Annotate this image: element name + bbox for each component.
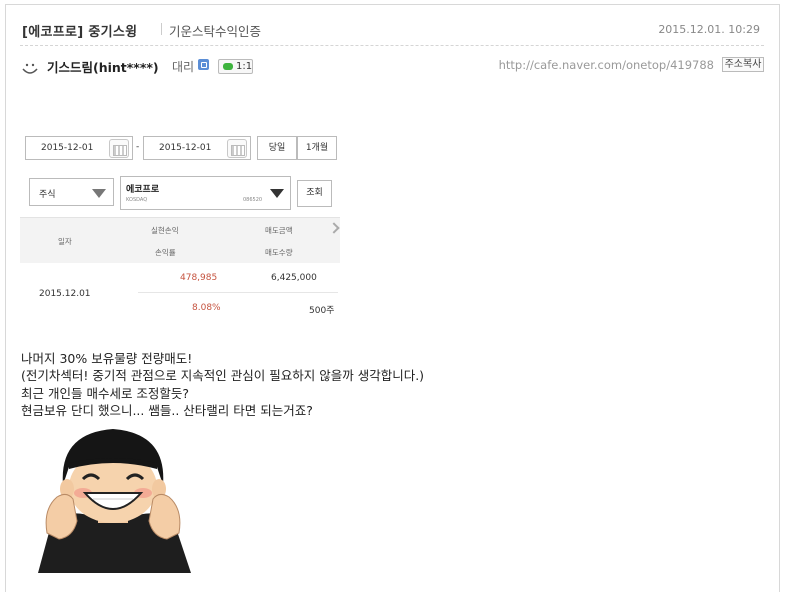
date-range-separator: - <box>136 142 140 152</box>
row-date: 2015.12.01 <box>39 289 91 299</box>
start-date-field: 2015-12-01 <box>25 136 133 160</box>
row-divider <box>138 292 338 293</box>
post-header: [에코프로] 중기스윙 기운스탁수익인증 2015.12.01. 10:29 <box>22 21 764 40</box>
post-url-link[interactable]: http://cafe.naver.com/onetop/419788 <box>499 58 714 72</box>
rank-badge-icon <box>198 59 209 70</box>
title-divider <box>161 23 162 35</box>
stock-select: 에코프로 KOSDAQ 086520 <box>120 176 291 210</box>
query-button: 조회 <box>297 180 332 207</box>
author-row: 기스드림(hint****) 대리 1:1 http://cafe.naver.… <box>20 57 764 75</box>
trade-screenshot: 2015-12-01 - 2015-12-01 당일 1개월 주식 에코프로 K… <box>20 129 340 319</box>
body-line: (전기차섹터! 중기적 관점으로 지속적인 관심이 필요하지 않을까 생각합니다… <box>21 368 425 384</box>
result-table-header: 일자 실현손익 매도금액 손익률 매도수량 <box>20 217 340 263</box>
body-line: 나머지 30% 보유물량 전량매도! <box>21 351 193 366</box>
chevron-right-icon <box>328 222 340 234</box>
profile-smile-icon[interactable] <box>21 59 39 77</box>
header-sell-qty: 매도수량 <box>265 248 293 257</box>
dropdown-arrow-icon <box>270 189 284 198</box>
chat-bubble-icon <box>223 63 233 70</box>
post-date: 2015.12.01. 10:29 <box>658 23 760 36</box>
row-realized-pnl: 478,985 <box>180 273 218 283</box>
chat-label: 1:1 <box>236 61 253 72</box>
laughing-character-sticker <box>38 429 191 573</box>
header-return-rate: 손익률 <box>155 248 176 257</box>
header-sell-amount: 매도금액 <box>265 226 293 235</box>
row-sell-amount: 6,425,000 <box>271 273 317 283</box>
end-date-value: 2015-12-01 <box>159 143 212 153</box>
post-body: 나머지 30% 보유물량 전량매도! (전기차섹터! 중기적 관점으로 지속적인… <box>21 350 424 419</box>
calendar-icon <box>227 139 247 158</box>
author-rank: 대리 <box>172 60 195 74</box>
type-select-value: 주식 <box>39 190 56 200</box>
header-realized-pnl: 실현손익 <box>151 226 179 235</box>
row-return-rate: 8.08% <box>192 303 221 313</box>
stock-market: KOSDAQ <box>126 197 148 203</box>
end-date-field: 2015-12-01 <box>143 136 251 160</box>
stock-name: 에코프로 <box>126 185 160 195</box>
header-date: 일자 <box>58 237 72 246</box>
author-name[interactable]: 기스드림(hint****) <box>47 57 159 76</box>
copy-url-button[interactable]: 주소복사 <box>722 57 764 72</box>
start-date-value: 2015-12-01 <box>41 143 94 153</box>
row-sell-qty: 500주 <box>309 306 335 316</box>
chat-button[interactable]: 1:1 <box>218 59 253 74</box>
header-divider <box>20 45 764 46</box>
type-select: 주식 <box>29 178 114 206</box>
result-table-row: 2015.12.01 478,985 6,425,000 8.08% 500주 <box>20 263 340 319</box>
body-line: 최근 개인들 매수세로 조정할듯? <box>21 385 190 401</box>
dropdown-arrow-icon <box>92 189 106 198</box>
today-button: 당일 <box>257 136 297 160</box>
post-title: [에코프로] 중기스윙 <box>22 25 138 40</box>
one-month-button: 1개월 <box>297 136 337 160</box>
body-line: 현금보유 단디 했으니... 쌤들.. 산타랠리 타면 되는거죠? <box>21 402 313 418</box>
board-menu-link[interactable]: 기운스탁수익인증 <box>169 21 261 40</box>
calendar-icon <box>109 139 129 158</box>
stock-code: 086520 <box>243 197 263 203</box>
